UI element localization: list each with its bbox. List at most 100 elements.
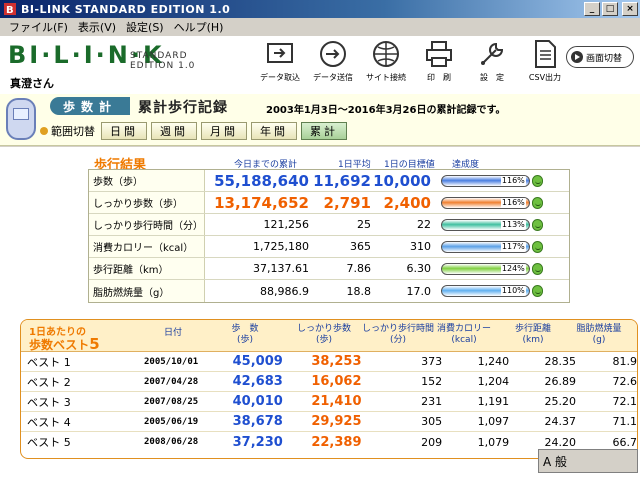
best-calories: 1,240: [477, 355, 510, 368]
site-label: サイト接続: [366, 73, 406, 82]
achievement-bar: 110%: [441, 285, 530, 297]
best5-rows: ベスト 1 2005/10/01 45,009 38,253 373 1,240 28.35…: [21, 352, 637, 452]
result-goal: 310: [410, 240, 431, 253]
results-table: 歩数（歩） 55,188,640 11,692 10,000 116% しっかり歩数（歩）…: [88, 169, 570, 303]
range-switch: 範囲切替 日間 週間 月間 年間 累計: [40, 122, 351, 140]
menu-bar: ファイル(F) 表示(V) 設定(S) ヘルプ(H): [0, 18, 640, 36]
best-firm-time: 231: [421, 395, 443, 408]
print-label: 印 刷: [427, 73, 451, 82]
best-row: ベスト 3 2007/08/25 40,010 21,410 231 1,191 25.20…: [21, 392, 637, 412]
result-avg: 2,791: [323, 193, 371, 212]
logo-edition: STANDARD EDITION 1.0: [130, 51, 195, 71]
best-steps: 38,678: [232, 414, 283, 429]
maximize-button[interactable]: □: [602, 2, 618, 16]
range-total-button[interactable]: 累計: [301, 122, 347, 140]
result-label: しっかり歩数（歩）: [89, 192, 205, 213]
send-button[interactable]: データ送信: [311, 38, 355, 92]
result-avg: 11,692: [313, 171, 371, 190]
best-steps: 42,683: [232, 374, 283, 389]
site-icon: [373, 41, 399, 67]
print-button[interactable]: 印 刷: [417, 38, 461, 92]
result-row: 歩数（歩） 55,188,640 11,692 10,000 116%: [89, 170, 569, 192]
result-goal: 6.30: [406, 262, 432, 275]
pedometer-icon: [6, 98, 36, 140]
result-row: しっかり歩数（歩） 13,174,652 2,791 2,400 116%: [89, 192, 569, 214]
best-firm-steps: 22,389: [311, 434, 362, 450]
range-week-button[interactable]: 週間: [151, 122, 197, 140]
menu-help[interactable]: ヘルプ(H): [169, 19, 229, 35]
best-calories: 1,097: [477, 415, 510, 428]
import-button[interactable]: データ取込: [258, 38, 302, 92]
range-year-button[interactable]: 年間: [251, 122, 297, 140]
csv-icon: [535, 40, 556, 68]
settings-button[interactable]: 設 定: [470, 38, 514, 92]
menu-settings[interactable]: 設定(S): [121, 19, 169, 35]
best-date-header: 日付: [163, 328, 182, 338]
best-fat: 71.1: [612, 415, 637, 428]
csv-label: CSV出力: [528, 73, 562, 82]
range-month-button[interactable]: 月間: [201, 122, 247, 140]
header: BI·L·I·N·K STANDARD EDITION 1.0 真澄さん データ…: [0, 36, 640, 94]
send-icon: [320, 41, 346, 67]
send-label: データ送信: [313, 73, 353, 82]
best-fat-header: 脂肪燃焼量 (g): [576, 324, 622, 345]
best-distance: 28.35: [544, 355, 576, 368]
best-distance: 24.20: [544, 435, 576, 449]
smile-icon: [531, 196, 543, 209]
result-total: 55,188,640: [214, 171, 309, 190]
best-firm-steps: 38,253: [311, 354, 362, 369]
result-label: 消費カロリー（kcal）: [89, 236, 205, 257]
result-avg: 18.8: [346, 284, 372, 298]
achievement-percent: 117%: [500, 241, 526, 252]
best-row: ベスト 1 2005/10/01 45,009 38,253 373 1,240 28.35…: [21, 352, 637, 372]
best-calories: 1,191: [477, 395, 510, 408]
import-label: データ取込: [260, 73, 300, 82]
result-avg: 7.86: [346, 262, 372, 275]
result-goal: 17.0: [406, 284, 432, 298]
window-title: BI-LINK STANDARD EDITION 1.0: [21, 2, 231, 16]
range-label: 範囲切替: [51, 125, 95, 138]
best-firm-steps: 29,925: [311, 414, 362, 429]
achievement-cell: 113%: [431, 218, 543, 231]
best-firm-steps: 21,410: [311, 394, 362, 409]
best-firm-time: 152: [421, 375, 443, 388]
printer-icon: [426, 41, 452, 67]
site-button[interactable]: サイト接続: [364, 38, 408, 92]
best-rank: ベスト 2: [27, 375, 71, 389]
settings-label: 設 定: [480, 73, 504, 82]
settings-icon: [481, 42, 504, 65]
result-row: 脂肪燃焼量（g） 88,986.9 18.8 17.0 110%: [89, 280, 569, 302]
achievement-cell: 116%: [431, 174, 543, 187]
range-day-button[interactable]: 日間: [101, 122, 147, 140]
screen-switch-button[interactable]: 画面切替: [566, 46, 634, 68]
logo-edition-line2: EDITION 1.0: [130, 61, 196, 71]
best-firm-time: 209: [421, 435, 443, 449]
menu-file[interactable]: ファイル(F): [4, 19, 73, 35]
nav-band: 歩数計 累計歩行記録 2003年1月3日～2016年3月26日の累計記録です。 …: [0, 94, 640, 146]
svg-text:B: B: [6, 5, 14, 16]
result-goal: 10,000: [373, 171, 431, 190]
best-distance: 24.37: [544, 415, 576, 428]
best-row: ベスト 4 2005/06/19 38,678 29,925 305 1,097 24.37…: [21, 412, 637, 432]
section-tab: 歩数計: [50, 97, 130, 115]
minimize-button[interactable]: _: [584, 2, 600, 16]
close-button[interactable]: ×: [622, 2, 638, 16]
best-rank: ベスト 5: [27, 436, 71, 449]
best-calories: 1,204: [477, 375, 510, 388]
best-distance: 25.20: [544, 395, 576, 408]
csv-button[interactable]: CSV出力: [523, 38, 567, 92]
best-firm-steps: 16,062: [311, 374, 362, 389]
result-total: 121,256: [263, 218, 310, 231]
best-rank: ベスト 4: [27, 415, 71, 429]
best-firm-time: 373: [421, 355, 443, 368]
achievement-bar: 117%: [441, 240, 530, 253]
play-icon: [571, 51, 583, 63]
screen-switch-label: 画面切替: [586, 53, 623, 64]
result-total: 88,986.9: [260, 284, 309, 298]
ime-toolbar[interactable]: A 般: [538, 449, 638, 473]
smile-icon: [531, 218, 543, 231]
bullet-icon: [40, 127, 48, 135]
menu-view[interactable]: 表示(V): [73, 19, 121, 35]
best-date: 2005/06/19: [144, 416, 199, 427]
smile-icon: [531, 262, 543, 275]
